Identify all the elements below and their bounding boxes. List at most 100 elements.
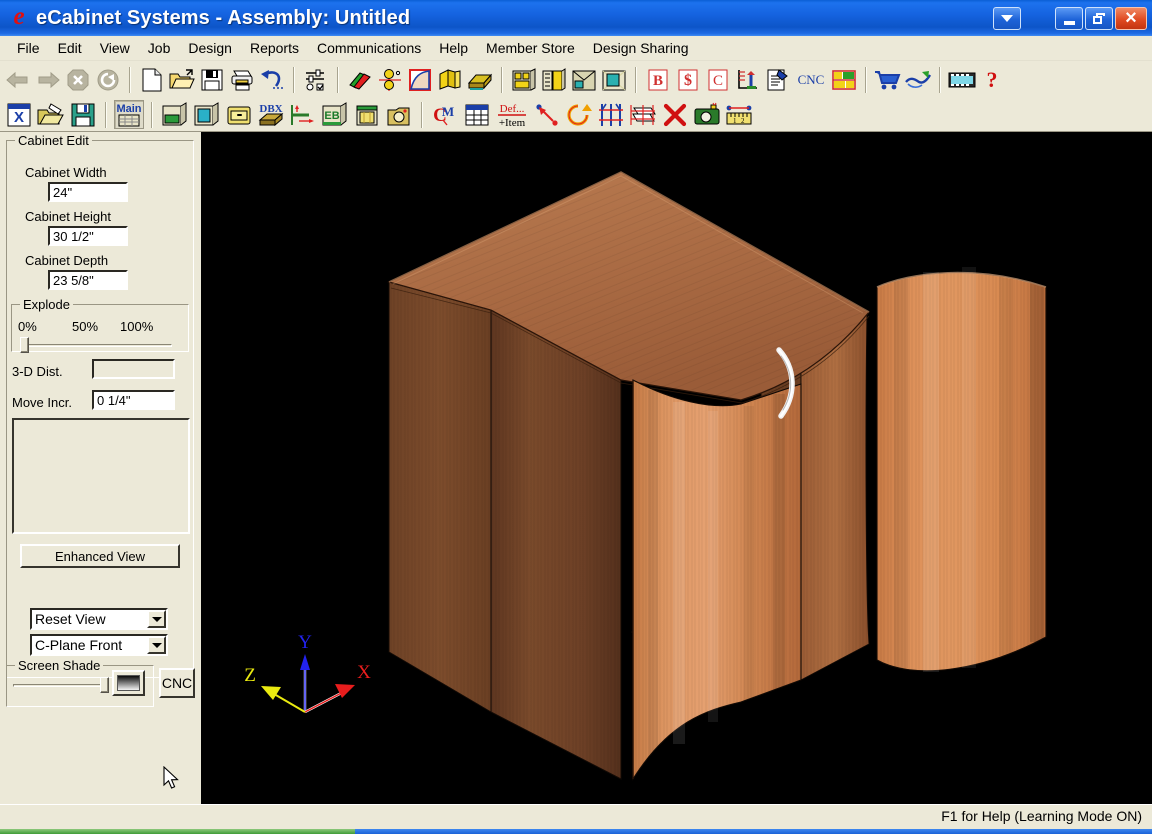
- cabinet-library-icon[interactable]: [540, 66, 568, 94]
- define-item-icon[interactable]: Def... +Item: [494, 100, 530, 129]
- explode-tick-50: 50%: [72, 319, 99, 334]
- assembly-new-icon[interactable]: X: [4, 100, 34, 129]
- cnc-button[interactable]: CNC: [159, 668, 195, 698]
- open-folder-icon[interactable]: [168, 66, 196, 94]
- close-button[interactable]: ×: [1115, 6, 1147, 30]
- assembly-open-icon[interactable]: [36, 100, 66, 129]
- stop-icon[interactable]: [64, 66, 92, 94]
- menu-help[interactable]: Help: [430, 38, 477, 58]
- menu-reports[interactable]: Reports: [241, 38, 308, 58]
- toolbar-group-construction: DBX EB: [156, 98, 418, 131]
- forward-arrow-icon[interactable]: [34, 66, 62, 94]
- titlebar-dropdown-button[interactable]: [993, 6, 1021, 30]
- nesting-icon[interactable]: [830, 66, 858, 94]
- screen-shade-slider-thumb[interactable]: [100, 677, 110, 693]
- main-assembly-icon[interactable]: Main: [114, 100, 144, 129]
- moulding-icon[interactable]: [436, 66, 464, 94]
- cabinet-door[interactable]: [632, 379, 802, 781]
- menu-design[interactable]: Design: [179, 38, 241, 58]
- window-title: eCabinet Systems - Assembly: Untitled: [36, 6, 411, 29]
- explode-slider-thumb[interactable]: [20, 337, 29, 353]
- edgebanding-icon[interactable]: EB: [320, 100, 350, 129]
- notes-icon[interactable]: [764, 66, 792, 94]
- cabinet-height-input[interactable]: [48, 226, 128, 246]
- video-icon[interactable]: [948, 66, 976, 94]
- menu-view[interactable]: View: [91, 38, 139, 58]
- enhanced-view-button[interactable]: Enhanced View: [20, 544, 180, 568]
- 3d-viewport[interactable]: Y X Z: [201, 132, 1152, 804]
- cnc-text-icon[interactable]: CNC: [794, 66, 828, 94]
- cutlist-icon[interactable]: C: [704, 66, 732, 94]
- ruler-icon[interactable]: 1 2: [724, 100, 754, 129]
- menu-job[interactable]: Job: [139, 38, 180, 58]
- shopping-cart-icon[interactable]: [874, 66, 902, 94]
- save-floppy-icon[interactable]: [198, 66, 226, 94]
- cabinet-depth-input[interactable]: [48, 270, 128, 290]
- secondary-toolbar: X Main DBX EB C M Def... +Item 1 2: [0, 98, 1152, 132]
- spreadsheet-icon[interactable]: [462, 100, 492, 129]
- menu-edit[interactable]: Edit: [49, 38, 91, 58]
- dbx-icon[interactable]: DBX: [256, 100, 286, 129]
- assembly-save-icon[interactable]: [68, 100, 98, 129]
- pricing-icon[interactable]: $: [674, 66, 702, 94]
- rotate-icon[interactable]: [564, 100, 594, 129]
- drawer-icon[interactable]: [224, 100, 254, 129]
- taskbar-main-region[interactable]: [355, 829, 1152, 834]
- member-list-box[interactable]: [12, 418, 190, 534]
- measure-report-icon[interactable]: [734, 66, 762, 94]
- elevation-icon[interactable]: [570, 66, 598, 94]
- cabinet-width-input[interactable]: [48, 182, 128, 202]
- member-copy-icon[interactable]: C M: [430, 100, 460, 129]
- detached-door-panel[interactable]: [876, 267, 1047, 672]
- align-icon[interactable]: [596, 100, 626, 129]
- screen-shade-slider[interactable]: [13, 677, 110, 693]
- print-icon[interactable]: [228, 66, 256, 94]
- eb-label: EB: [324, 110, 339, 122]
- svg-text:?: ?: [987, 68, 998, 92]
- materials-icon[interactable]: [346, 66, 374, 94]
- array-icon[interactable]: [628, 100, 658, 129]
- menu-file[interactable]: File: [8, 38, 49, 58]
- explode-tick-100: 100%: [120, 319, 154, 334]
- taskbar-start-region[interactable]: [0, 829, 355, 834]
- handshake-icon[interactable]: [904, 66, 932, 94]
- box-construct-icon[interactable]: [160, 100, 190, 129]
- hardware-place-icon[interactable]: [384, 100, 414, 129]
- move-point-icon[interactable]: [532, 100, 562, 129]
- c-plane-value: C-Plane Front: [35, 637, 123, 653]
- menu-communications[interactable]: Communications: [308, 38, 430, 58]
- preferences-icon[interactable]: [302, 66, 330, 94]
- floorplan-icon[interactable]: [600, 66, 628, 94]
- menu-design-sharing[interactable]: Design Sharing: [584, 38, 698, 58]
- svg-text:B: B: [653, 73, 663, 89]
- move-incr-input[interactable]: [92, 390, 175, 410]
- new-document-icon[interactable]: [138, 66, 166, 94]
- back-arrow-icon[interactable]: [4, 66, 32, 94]
- c-plane-combo[interactable]: C-Plane Front: [30, 634, 168, 656]
- cabinet-front-icon[interactable]: [510, 66, 538, 94]
- frame-construct-icon[interactable]: [192, 100, 222, 129]
- door-icon[interactable]: [352, 100, 382, 129]
- mouse-cursor: [163, 766, 179, 789]
- hardware-icon[interactable]: [376, 66, 404, 94]
- help-question-icon[interactable]: ?: [978, 66, 1006, 94]
- chevron-down-icon[interactable]: [147, 636, 166, 654]
- reset-view-combo[interactable]: Reset View: [30, 608, 168, 630]
- minimize-button[interactable]: [1055, 6, 1083, 30]
- chevron-down-icon[interactable]: [147, 610, 166, 628]
- svg-text:X: X: [14, 109, 24, 126]
- refresh-icon[interactable]: [94, 66, 122, 94]
- explode-slider[interactable]: [20, 337, 172, 353]
- camera-icon[interactable]: [692, 100, 722, 129]
- restore-button[interactable]: [1085, 6, 1113, 30]
- undo-icon[interactable]: [258, 66, 286, 94]
- delete-icon[interactable]: [660, 100, 690, 129]
- bid-report-icon[interactable]: B: [644, 66, 672, 94]
- axis-y-label: Y: [298, 632, 312, 653]
- menu-member-store[interactable]: Member Store: [477, 38, 584, 58]
- title-bar: e eCabinet Systems - Assembly: Untitled …: [0, 0, 1152, 36]
- shade-swatch-button[interactable]: [112, 670, 145, 696]
- shape-editor-icon[interactable]: [406, 66, 434, 94]
- panel-icon[interactable]: [466, 66, 494, 94]
- dimension-icon[interactable]: [288, 100, 318, 129]
